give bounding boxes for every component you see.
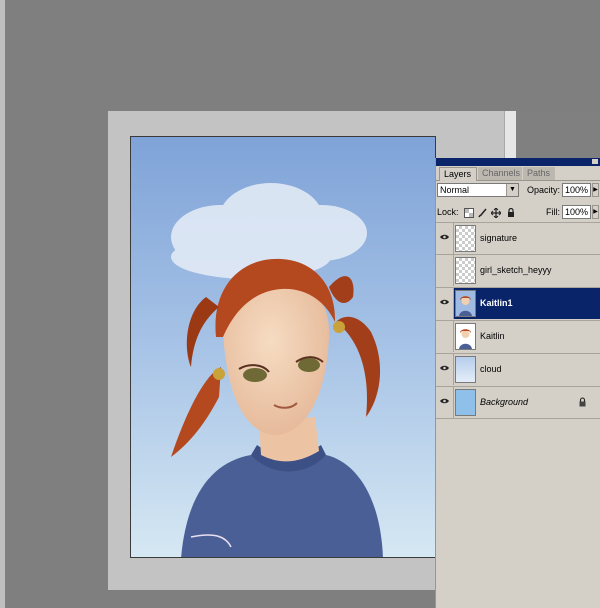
lock-transparent-pixels-icon[interactable] — [464, 208, 474, 218]
move-icon[interactable] — [491, 208, 501, 218]
brush-icon[interactable] — [478, 208, 488, 218]
blend-mode-value: Normal — [440, 185, 470, 195]
workspace-edge — [0, 0, 5, 608]
visibility-toggle[interactable] — [436, 387, 454, 418]
layer-thumbnail — [455, 257, 476, 284]
opacity-input[interactable]: 100% — [562, 183, 591, 197]
tab-paths[interactable]: Paths — [523, 167, 555, 180]
eye-icon — [440, 299, 449, 305]
layer-thumbnail — [455, 290, 476, 317]
layer-name: girl_sketch_heyyy — [480, 265, 552, 275]
panel-minimize-button[interactable] — [592, 159, 598, 164]
panel-tabs: Layers Channels Paths — [436, 167, 600, 181]
layer-row-kaitlin[interactable]: Kaitlin — [436, 320, 600, 352]
lock-label: Lock: — [437, 207, 459, 217]
visibility-toggle[interactable] — [436, 321, 454, 352]
layer-thumbnail — [455, 225, 476, 252]
chevron-down-icon: ▼ — [506, 184, 518, 196]
layer-name: cloud — [480, 364, 502, 374]
opacity-label: Opacity: — [527, 185, 561, 195]
layer-row-girl-sketch[interactable]: girl_sketch_heyyy — [436, 254, 600, 286]
visibility-toggle[interactable] — [436, 255, 454, 286]
blend-mode-select[interactable]: Normal ▼ — [437, 183, 519, 197]
visibility-toggle[interactable] — [436, 223, 454, 254]
layer-row-signature[interactable]: signature — [436, 222, 600, 254]
eye-icon — [440, 365, 449, 371]
layers-panel: Layers Channels Paths Normal ▼ Opacity: … — [435, 158, 600, 608]
blend-opacity-row: Normal ▼ Opacity: 100% ▶ — [436, 181, 600, 201]
eye-icon — [440, 398, 449, 404]
lock-icon — [579, 397, 586, 407]
tab-layers[interactable]: Layers — [439, 167, 477, 181]
fill-slider-arrow[interactable]: ▶ — [592, 205, 599, 219]
fill-input[interactable]: 100% — [562, 205, 591, 219]
eye-icon — [440, 234, 449, 240]
workspace-area — [516, 111, 600, 159]
layer-thumbnail — [455, 323, 476, 350]
layer-row-background[interactable]: Background — [436, 386, 600, 418]
fill-label: Fill: — [546, 207, 560, 217]
layer-row-cloud[interactable]: cloud — [436, 353, 600, 385]
layer-name: Background — [480, 397, 529, 407]
opacity-slider-arrow[interactable]: ▶ — [592, 183, 599, 197]
layer-thumbnail — [455, 389, 476, 416]
image-canvas[interactable] — [130, 136, 436, 558]
visibility-toggle[interactable] — [436, 288, 454, 319]
panel-title-bar[interactable] — [436, 158, 600, 166]
tab-channels[interactable]: Channels — [478, 167, 522, 180]
layer-name: signature — [480, 233, 518, 243]
lock-icon[interactable] — [506, 208, 516, 218]
layer-thumbnail — [455, 356, 476, 383]
layers-list-divider — [436, 418, 600, 419]
layer-name: Kaitlin — [480, 331, 505, 341]
visibility-toggle[interactable] — [436, 354, 454, 385]
layer-name: Kaitlin1 — [480, 298, 513, 308]
layer-row-kaitlin1[interactable]: Kaitlin1 — [436, 287, 600, 319]
lock-fill-row: Lock: Fill: 100% ▶ — [436, 203, 600, 223]
